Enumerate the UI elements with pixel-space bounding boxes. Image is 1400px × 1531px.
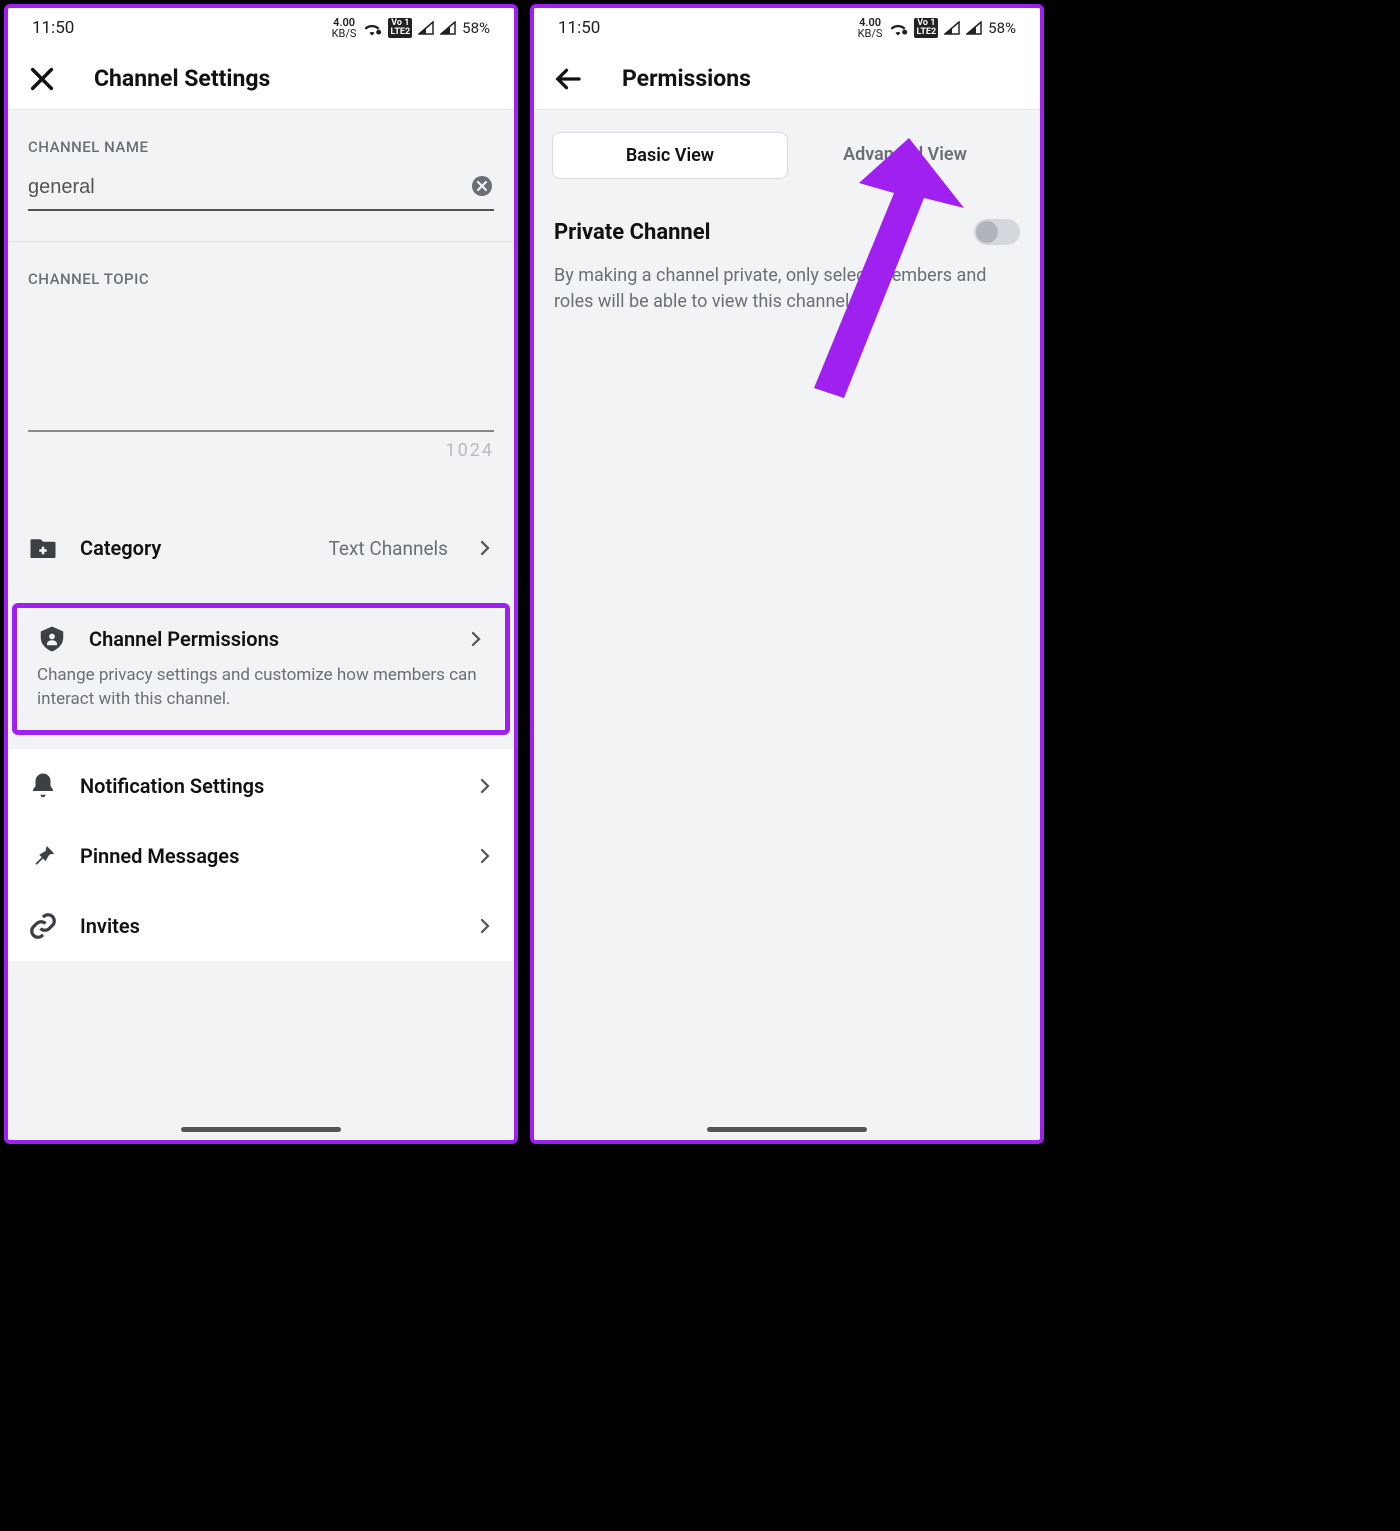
shield-person-icon xyxy=(37,624,67,654)
pinned-messages-row[interactable]: Pinned Messages xyxy=(8,821,514,891)
signal-1-icon xyxy=(418,21,434,35)
screen-channel-settings: 11:50 4.00 KB/S Vo 1LTE2 58% Channel Set… xyxy=(4,4,518,1144)
channel-permissions-desc: Change privacy settings and customize ho… xyxy=(17,664,505,730)
close-icon[interactable] xyxy=(28,65,56,93)
signal-2-icon xyxy=(966,21,982,35)
status-bar: 11:50 4.00 KB/S Vo 1LTE2 58% xyxy=(534,8,1040,48)
status-time: 11:50 xyxy=(558,18,600,38)
wifi-icon xyxy=(362,20,382,36)
channel-name-input[interactable] xyxy=(28,170,494,211)
folder-add-icon xyxy=(28,533,58,563)
bell-icon xyxy=(28,771,58,801)
signal-2-icon xyxy=(440,21,456,35)
chevron-right-icon xyxy=(467,630,485,648)
pin-icon xyxy=(28,841,58,871)
private-channel-title: Private Channel xyxy=(554,220,710,245)
clear-input-icon[interactable] xyxy=(470,174,494,198)
status-right: 4.00 KB/S Vo 1LTE2 58% xyxy=(858,17,1016,39)
gesture-bar xyxy=(181,1127,341,1132)
lte-badge-1-icon: Vo 1LTE2 xyxy=(388,18,412,38)
invites-row[interactable]: Invites xyxy=(8,891,514,961)
gesture-bar xyxy=(707,1127,867,1132)
link-icon xyxy=(28,911,58,941)
status-right: 4.00 KB/S Vo 1LTE2 58% xyxy=(332,17,490,39)
pinned-messages-label: Pinned Messages xyxy=(80,844,454,868)
data-speed-icon: 4.00 KB/S xyxy=(332,17,357,39)
signal-1-icon xyxy=(944,21,960,35)
channel-permissions-row[interactable]: Channel Permissions xyxy=(17,608,505,664)
back-icon[interactable] xyxy=(554,64,584,94)
chevron-right-icon xyxy=(476,917,494,935)
tab-basic-view[interactable]: Basic View xyxy=(552,132,788,179)
status-bar: 11:50 4.00 KB/S Vo 1LTE2 58% xyxy=(8,8,514,48)
chevron-right-icon xyxy=(476,539,494,557)
status-time: 11:50 xyxy=(32,18,74,38)
notification-settings-row[interactable]: Notification Settings xyxy=(8,751,514,821)
page-header: Permissions xyxy=(534,48,1040,110)
channel-topic-label: CHANNEL TOPIC xyxy=(8,242,514,302)
page-title: Permissions xyxy=(622,65,751,92)
private-channel-row: Private Channel xyxy=(554,219,1020,245)
battery-percent: 58% xyxy=(988,19,1016,37)
tab-advanced-view[interactable]: Advanced View xyxy=(788,132,1022,179)
page-title: Channel Settings xyxy=(94,65,270,92)
channel-permissions-label: Channel Permissions xyxy=(89,627,445,651)
screen-permissions: 11:50 4.00 KB/S Vo 1LTE2 58% Permissions… xyxy=(530,4,1044,1144)
notification-settings-label: Notification Settings xyxy=(80,774,454,798)
view-tabs: Basic View Advanced View xyxy=(534,110,1040,179)
private-channel-desc: By making a channel private, only select… xyxy=(554,263,1020,315)
lte-badge-1-icon: Vo 1LTE2 xyxy=(914,18,938,38)
invites-label: Invites xyxy=(80,914,454,938)
page-header: Channel Settings xyxy=(8,48,514,110)
channel-topic-input[interactable] xyxy=(28,302,494,432)
chevron-right-icon xyxy=(476,777,494,795)
battery-percent: 58% xyxy=(462,19,490,37)
category-value: Text Channels xyxy=(328,537,448,560)
private-channel-toggle[interactable] xyxy=(974,219,1020,245)
channel-permissions-highlight: Channel Permissions Change privacy setti… xyxy=(12,603,510,735)
chevron-right-icon xyxy=(476,847,494,865)
channel-name-label: CHANNEL NAME xyxy=(8,110,514,170)
category-label: Category xyxy=(80,536,306,560)
data-speed-icon: 4.00 KB/S xyxy=(858,17,883,39)
topic-char-counter: 1024 xyxy=(8,436,514,461)
category-row[interactable]: Category Text Channels xyxy=(8,513,514,583)
wifi-icon xyxy=(888,20,908,36)
